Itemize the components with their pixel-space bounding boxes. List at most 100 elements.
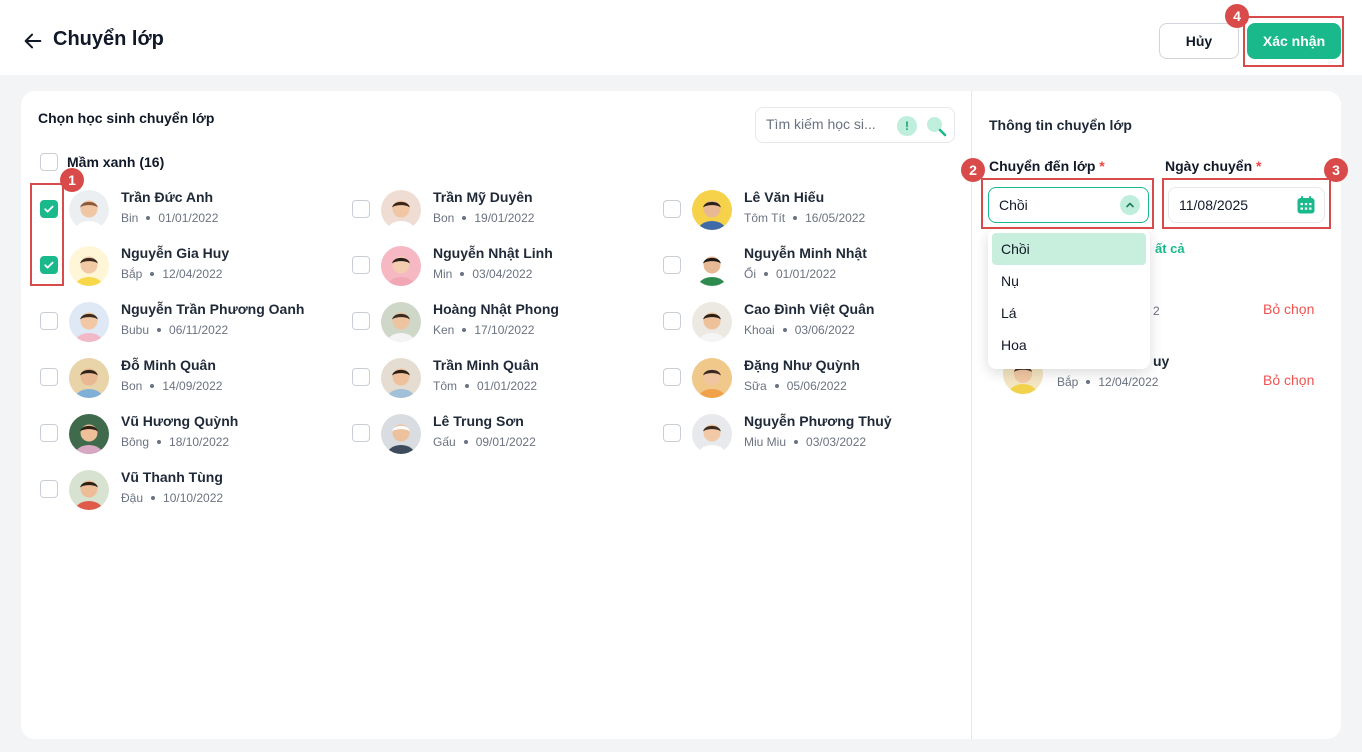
student-name: Nguyễn Phương Thuỷ [744,413,892,429]
student-name: Trần Minh Quân [433,357,539,373]
student-name: Đỗ Minh Quân [121,357,216,373]
selected-student-meta: 2 [1153,304,1160,318]
student-meta: Tôm 01/01/2022 [433,379,538,393]
student-name: Vũ Hương Quỳnh [121,413,239,429]
avatar [381,190,421,230]
student-checkbox[interactable] [352,312,370,330]
search-input[interactable] [766,116,891,132]
student-row[interactable]: Trần Minh Quân Tôm 01/01/2022 [352,356,652,400]
student-checkbox[interactable] [352,424,370,442]
class-dropdown: Chồi Nụ Lá Hoa [988,229,1150,369]
cancel-button[interactable]: Hủy [1159,23,1239,59]
student-checkbox[interactable] [40,424,58,442]
student-checkbox[interactable] [352,256,370,274]
student-checkbox[interactable] [40,312,58,330]
student-name: Nguyễn Minh Nhật [744,245,867,261]
group-label: Mầm xanh (16) [67,154,165,170]
student-meta: Sữa 05/06/2022 [744,379,847,393]
dropdown-option-hoa[interactable]: Hoa [992,329,1146,361]
panel-divider [971,91,972,739]
student-name: Đặng Như Quỳnh [744,357,860,373]
student-name: Nguyễn Nhật Linh [433,245,553,261]
group-select-all: Mầm xanh (16) [40,153,164,171]
transfer-info-title: Thông tin chuyển lớp [989,117,1132,133]
student-meta: Khoai 03/06/2022 [744,323,855,337]
avatar [692,302,732,342]
student-name: Nguyễn Gia Huy [121,245,230,261]
remove-student-button[interactable]: Bỏ chọn [1263,301,1314,317]
student-checkbox[interactable] [663,368,681,386]
student-row[interactable]: Trần Mỹ Duyên Bon 19/01/2022 [352,188,652,232]
select-all-link[interactable]: ất cả [1155,241,1185,256]
dropdown-option-la[interactable]: Lá [992,297,1146,329]
student-meta: Bon 14/09/2022 [121,379,223,393]
student-row[interactable]: Vũ Thanh Tùng Đậu 10/10/2022 [40,468,340,512]
dropdown-option-choi[interactable]: Chồi [992,233,1146,265]
student-row[interactable]: Nguyễn Trần Phương Oanh Bubu 06/11/2022 [40,300,340,344]
student-row[interactable]: Đỗ Minh Quân Bon 14/09/2022 [40,356,340,400]
student-meta: Đậu 10/10/2022 [121,491,224,505]
avatar [692,414,732,454]
avatar [381,246,421,286]
callout-box-4 [1243,16,1344,67]
callout-box-1 [30,183,64,286]
callout-number-2: 2 [961,158,985,182]
avatar [69,246,109,286]
avatar [69,470,109,510]
avatar [69,302,109,342]
student-search: ! [755,107,955,143]
student-meta: Bin 01/01/2022 [121,211,219,225]
student-row[interactable]: Lê Văn Hiếu Tôm Tít 16/05/2022 [663,188,963,232]
student-row[interactable]: Nguyễn Phương Thuỷ Miu Miu 03/03/2022 [663,412,963,456]
student-row[interactable]: Nguyễn Minh Nhật Ổi 01/01/2022 [663,244,963,288]
student-name: Trần Mỹ Duyên [433,189,533,205]
avatar [69,414,109,454]
student-name: Cao Đình Việt Quân [744,301,875,317]
avatar [381,414,421,454]
student-checkbox[interactable] [352,200,370,218]
student-checkbox[interactable] [40,368,58,386]
student-row[interactable]: Nguyễn Nhật Linh Min 03/04/2022 [352,244,652,288]
page-title: Chuyển lớp [53,28,164,50]
top-bar: Chuyển lớp Hủy Xác nhận [0,0,1362,75]
student-row[interactable]: Trần Đức Anh Bin 01/01/2022 [40,188,340,232]
callout-number-4: 4 [1225,4,1249,28]
info-icon[interactable]: ! [897,116,917,136]
student-meta: Gấu 09/01/2022 [433,435,536,449]
callout-number-3: 3 [1324,158,1348,182]
avatar [381,302,421,342]
student-name: Hoàng Nhật Phong [433,301,559,317]
student-row[interactable]: Hoàng Nhật Phong Ken 17/10/2022 [352,300,652,344]
student-name: Trần Đức Anh [121,189,214,205]
student-checkbox[interactable] [40,480,58,498]
student-meta: Bông 18/10/2022 [121,435,230,449]
student-checkbox[interactable] [663,200,681,218]
student-checkbox[interactable] [663,312,681,330]
student-row[interactable]: Vũ Hương Quỳnh Bông 18/10/2022 [40,412,340,456]
student-meta: Ổi 01/01/2022 [744,267,837,281]
callout-box-2 [981,178,1154,229]
student-meta: Min 03/04/2022 [433,267,533,281]
avatar [692,358,732,398]
student-name: Vũ Thanh Tùng [121,469,223,485]
student-checkbox[interactable] [663,424,681,442]
back-arrow-icon[interactable] [22,30,44,52]
student-meta: Bắp 12/04/2022 [121,267,223,281]
student-checkbox[interactable] [663,256,681,274]
avatar [69,190,109,230]
class-field-label: Chuyển đến lớp * [989,158,1105,174]
selected-student-meta: Bắp 12/04/2022 [1057,375,1159,389]
dropdown-option-nu[interactable]: Nụ [992,265,1146,297]
group-checkbox[interactable] [40,153,58,171]
remove-student-button[interactable]: Bỏ chọn [1263,372,1314,388]
student-name: Lê Trung Sơn [433,413,524,429]
student-meta: Miu Miu 03/03/2022 [744,435,867,449]
student-row[interactable]: Cao Đình Việt Quân Khoai 03/06/2022 [663,300,963,344]
student-row[interactable]: Đặng Như Quỳnh Sữa 05/06/2022 [663,356,963,400]
student-name: Lê Văn Hiếu [744,189,825,205]
avatar [692,190,732,230]
student-row[interactable]: Nguyễn Gia Huy Bắp 12/04/2022 [40,244,340,288]
student-checkbox[interactable] [352,368,370,386]
search-icon[interactable] [924,114,948,138]
student-row[interactable]: Lê Trung Sơn Gấu 09/01/2022 [352,412,652,456]
